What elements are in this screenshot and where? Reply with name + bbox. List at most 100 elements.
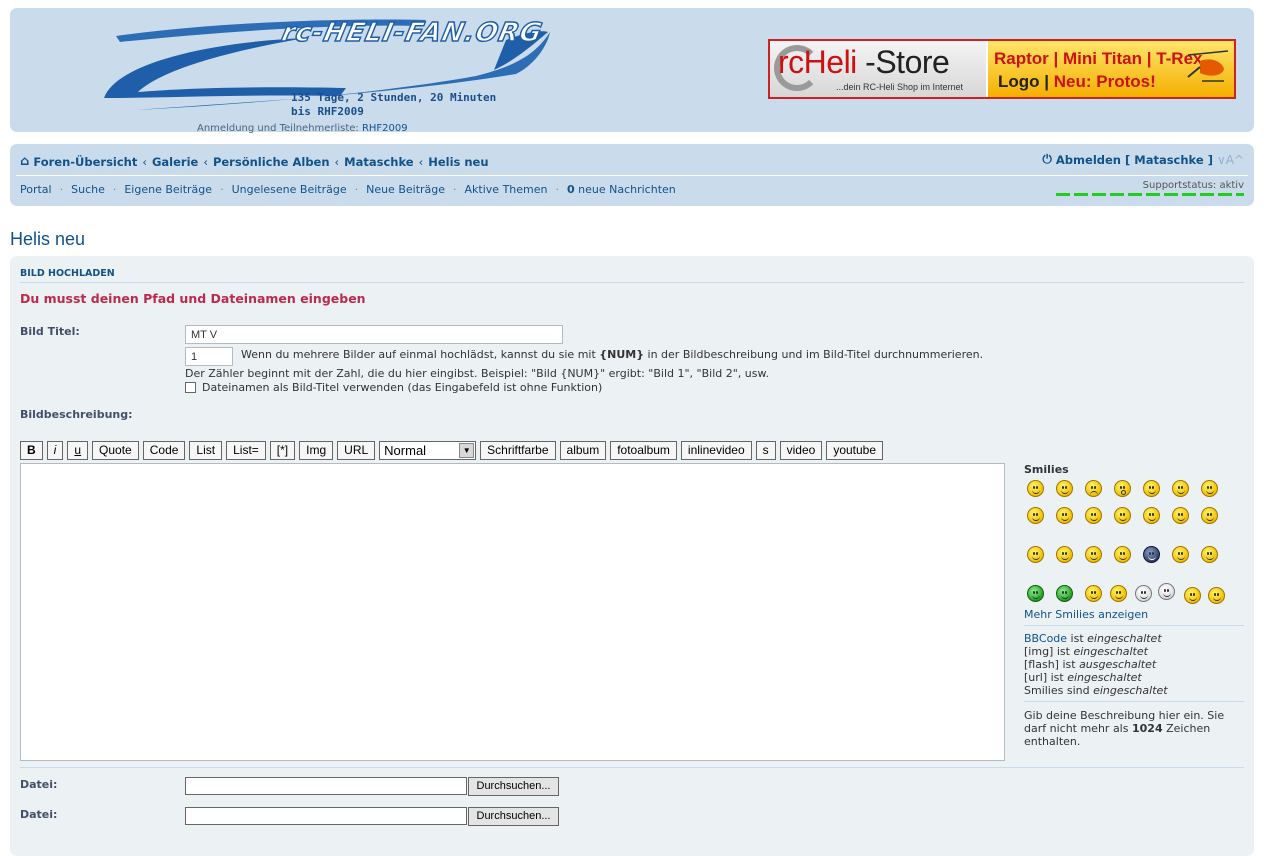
smiley-idea-icon[interactable]	[1143, 546, 1160, 563]
smiley-simple-icon[interactable]	[1056, 546, 1073, 563]
link-own-posts[interactable]: Eigene Beiträge	[124, 183, 212, 196]
error-message: Du musst deinen Pfad und Dateinamen eing…	[20, 291, 366, 306]
breadcrumb-album[interactable]: Helis neu	[428, 155, 488, 169]
banner-line1: Raptor | Mini Titan | T-Rex	[994, 49, 1203, 68]
page-title[interactable]: Helis neu	[10, 229, 85, 250]
img-button[interactable]: Img	[299, 441, 334, 460]
registration-link[interactable]: RHF2009	[362, 123, 408, 134]
link-portal[interactable]: Portal	[20, 183, 52, 196]
smiley-evil-icon[interactable]	[1172, 507, 1189, 524]
smiley-wink-icon[interactable]	[1172, 480, 1189, 497]
upload-panel: BILD HOCHLADEN Du musst deinen Pfad und …	[10, 256, 1254, 856]
support-status: Supportstatus: aktiv	[1142, 180, 1244, 191]
font-size-select[interactable]: Normal ▼	[379, 441, 477, 460]
bold-button[interactable]: B	[20, 441, 43, 460]
filename-option: Dateinamen als Bild-Titel verwenden (das…	[185, 381, 602, 394]
breadcrumb-user[interactable]: Mataschke	[344, 155, 413, 169]
link-search[interactable]: Suche	[71, 183, 105, 196]
counter-input[interactable]	[185, 347, 233, 366]
logout-area: ⏻ Abmelden [ Mataschke ] ∨A^	[1042, 152, 1244, 167]
description-textarea[interactable]	[20, 463, 1005, 761]
shop-banner[interactable]: rcHeli -Store ...dein RC-Heli Shop im In…	[768, 39, 1236, 99]
counter-hint-2: Der Zähler beginnt mit der Zahl, die du …	[185, 367, 769, 380]
code-button[interactable]: Code	[142, 441, 186, 460]
smiley-small-smile-icon[interactable]	[1184, 587, 1201, 604]
title-input[interactable]	[185, 325, 563, 344]
smiley-twisted-icon[interactable]	[1201, 507, 1218, 524]
counter-hint: Wenn du mehrere Bilder auf einmal hochlä…	[241, 348, 984, 361]
browse-button-1[interactable]: Durchsuchen...	[468, 777, 559, 796]
filename-checkbox[interactable]	[185, 382, 196, 393]
file-input-1[interactable]	[185, 777, 467, 795]
breadcrumb-gallery[interactable]: Galerie	[152, 155, 198, 169]
link-active-topics[interactable]: Aktive Themen	[465, 183, 548, 196]
fotoalbum-button[interactable]: fotoalbum	[610, 441, 677, 460]
breadcrumb: ⌂ Foren-Übersicht ‹ Galerie ‹ Persönlich…	[20, 154, 489, 169]
smiley-bunny-icon[interactable]	[1135, 585, 1152, 602]
smiley-frog-icon[interactable]	[1056, 585, 1073, 602]
video-button[interactable]: video	[779, 441, 823, 460]
smiley-santa-icon[interactable]	[1158, 583, 1175, 600]
more-smilies-link[interactable]: Mehr Smilies anzeigen	[1024, 608, 1148, 621]
album-button[interactable]: album	[559, 441, 607, 460]
inlinevideo-button[interactable]: inlinevideo	[680, 441, 752, 460]
smiley-mad-icon[interactable]	[1056, 507, 1073, 524]
file-label-2: Datei:	[20, 808, 58, 821]
quote-button[interactable]: Quote	[92, 441, 139, 460]
smiley-small-sad-icon[interactable]	[1208, 587, 1225, 604]
registration-info: Anmeldung und Teilnehmerliste: RHF2009	[197, 123, 408, 134]
panel-heading: BILD HOCHLADEN	[20, 268, 115, 279]
italic-button[interactable]: i	[46, 441, 64, 460]
logout-link[interactable]: Abmelden [ Mataschke ]	[1056, 153, 1213, 167]
smiley-roll-icon[interactable]	[1027, 546, 1044, 563]
smiley-eek-icon[interactable]	[1143, 480, 1160, 497]
smiley-alien-icon[interactable]	[1027, 585, 1044, 602]
ordered-list-button[interactable]: List=	[226, 441, 266, 460]
breadcrumb-forum-index[interactable]: Foren-Übersicht	[33, 155, 137, 169]
link-new-messages[interactable]: 0 neue Nachrichten	[567, 183, 676, 196]
home-icon[interactable]: ⌂	[20, 154, 29, 169]
smiley-cool-icon[interactable]	[1201, 480, 1218, 497]
smiley-grin-icon[interactable]	[1027, 480, 1044, 497]
bbcode-link[interactable]: BBCode	[1024, 632, 1067, 645]
smiley-question-icon[interactable]	[1114, 546, 1131, 563]
list-button[interactable]: List	[189, 441, 223, 460]
file-input-2[interactable]	[185, 807, 467, 825]
smiley-neutral-icon[interactable]	[1201, 546, 1218, 563]
youtube-button[interactable]: youtube	[826, 441, 884, 460]
description-length-hint: Gib deine Beschreibung hier ein. Sie dar…	[1024, 709, 1225, 748]
font-color-button[interactable]: Schriftfarbe	[480, 441, 556, 460]
smiley-tongue-icon[interactable]	[1114, 507, 1131, 524]
smiley-sad-icon[interactable]	[1085, 480, 1102, 497]
smiley-bomb-icon[interactable]	[1085, 585, 1102, 602]
description-label: Bildbeschreibung:	[20, 408, 133, 421]
dropdown-arrow-icon: ▼	[459, 443, 475, 458]
smiley-surprised-icon[interactable]	[1114, 480, 1131, 497]
browse-button-2[interactable]: Durchsuchen...	[468, 807, 559, 826]
quicklinks: Portal · Suche · Eigene Beiträge · Ungelese…	[20, 183, 676, 196]
navbar: ⌂ Foren-Übersicht ‹ Galerie ‹ Persönlich…	[10, 144, 1254, 206]
banner-subtitle: ...dein RC-Heli Shop im Internet	[836, 82, 964, 92]
title-label: Bild Titel:	[20, 325, 80, 338]
smiley-laugh-icon[interactable]	[1027, 507, 1044, 524]
smiley-dizzy-icon[interactable]	[1110, 585, 1127, 602]
url-button[interactable]: URL	[337, 441, 376, 460]
strike-button[interactable]: s	[755, 441, 776, 460]
underline-button[interactable]: u	[67, 441, 89, 460]
banner-title: rcHeli -Store	[778, 44, 950, 80]
smiley-cry-icon[interactable]	[1143, 507, 1160, 524]
navbar-divider	[16, 175, 1248, 176]
smiley-arrow-icon[interactable]	[1172, 546, 1189, 563]
smilies-title: Smilies	[1024, 463, 1069, 476]
link-unread-posts[interactable]: Ungelesene Beiträge	[232, 183, 347, 196]
support-status-bar	[1056, 193, 1244, 196]
link-new-posts[interactable]: Neue Beiträge	[366, 183, 445, 196]
list-item-button[interactable]: [*]	[269, 441, 296, 460]
smiley-smile-icon[interactable]	[1056, 480, 1073, 497]
file-label-1: Datei:	[20, 778, 58, 791]
font-size-icon[interactable]: ∨A^	[1217, 153, 1244, 167]
logo-text: rc-HELI-FAN.ORG	[278, 17, 546, 49]
smiley-razz-icon[interactable]	[1085, 507, 1102, 524]
breadcrumb-personal-albums[interactable]: Persönliche Alben	[213, 155, 330, 169]
smiley-exclaim-icon[interactable]	[1085, 546, 1102, 563]
